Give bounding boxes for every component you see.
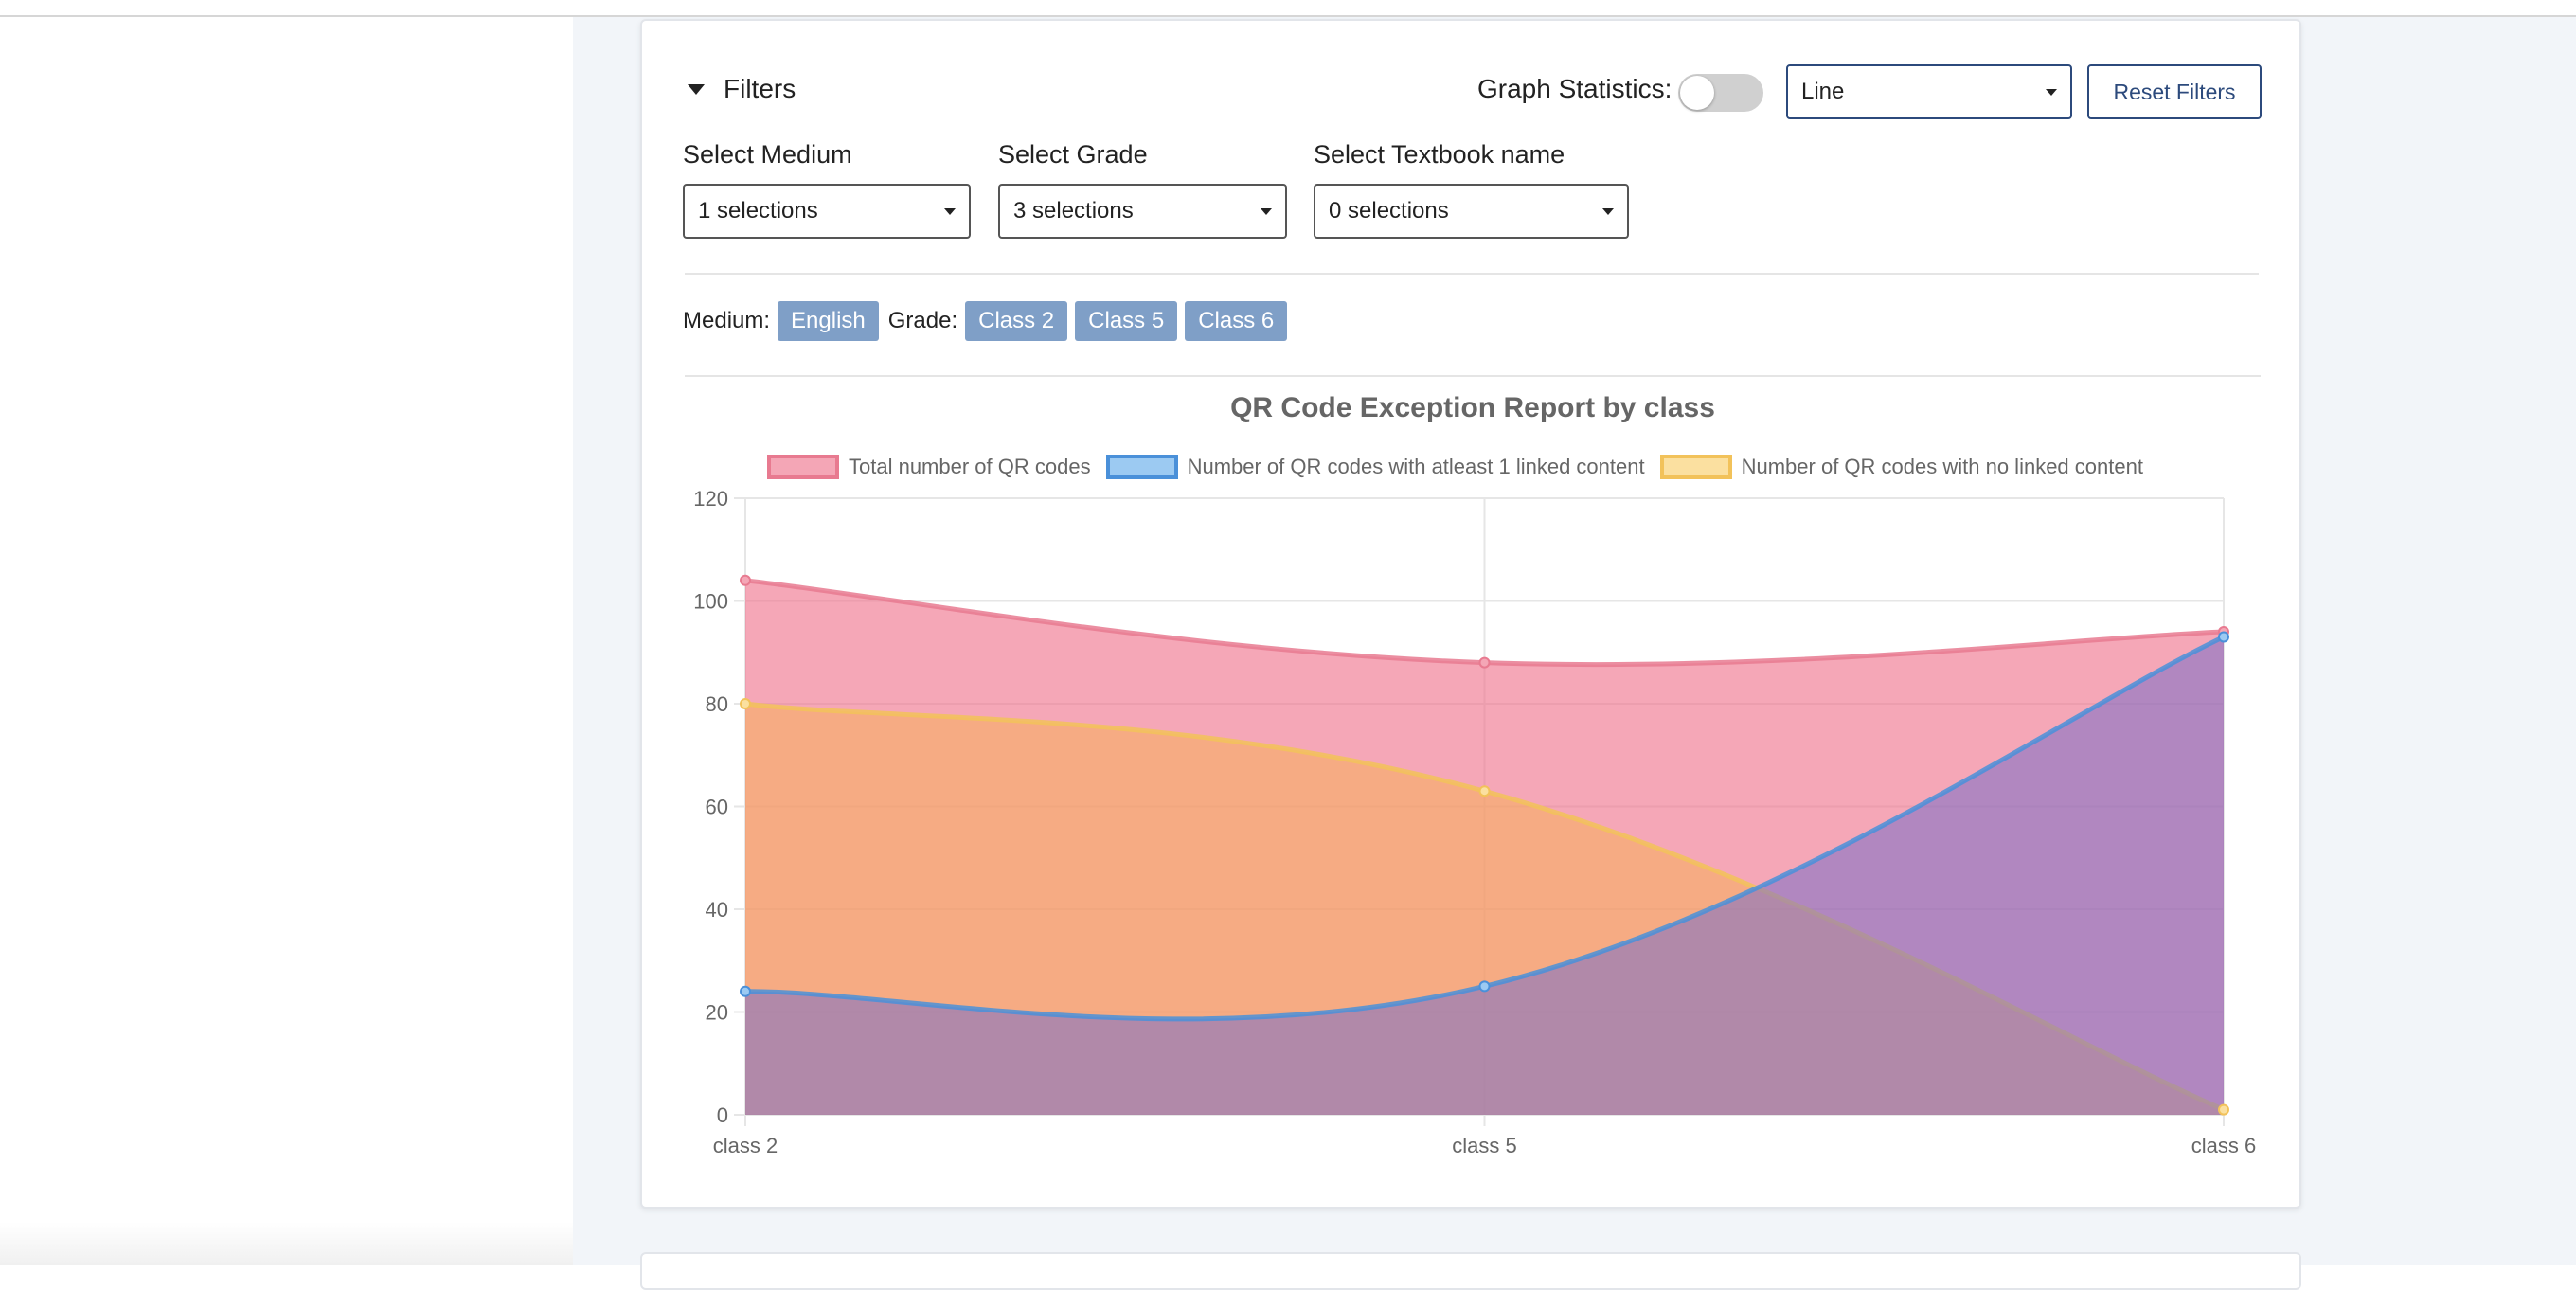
point-total[interactable] xyxy=(740,574,751,586)
x-tick-label: class 6 xyxy=(2191,1134,2256,1157)
x-tick-label: class 5 xyxy=(1452,1134,1516,1157)
point-linked[interactable] xyxy=(740,985,751,997)
y-tick-label: 80 xyxy=(706,692,728,716)
point-total[interactable] xyxy=(1478,656,1491,669)
x-tick-label: class 2 xyxy=(713,1134,778,1157)
y-tick-label: 40 xyxy=(706,898,728,922)
point-linked[interactable] xyxy=(2218,631,2229,643)
area-chart: 0 20 40 60 80 100 120 class 2 class 5 class 6 xyxy=(693,487,2256,1157)
y-tick-label: 60 xyxy=(706,796,728,819)
y-tick-label: 100 xyxy=(693,590,728,614)
point-no-linked[interactable] xyxy=(740,698,751,709)
point-linked[interactable] xyxy=(1478,980,1491,993)
y-tick-label: 20 xyxy=(706,1001,728,1025)
point-no-linked[interactable] xyxy=(2218,1103,2229,1116)
y-tick-label: 120 xyxy=(693,487,728,511)
point-no-linked[interactable] xyxy=(1478,785,1491,797)
y-tick-label: 0 xyxy=(717,1103,728,1127)
